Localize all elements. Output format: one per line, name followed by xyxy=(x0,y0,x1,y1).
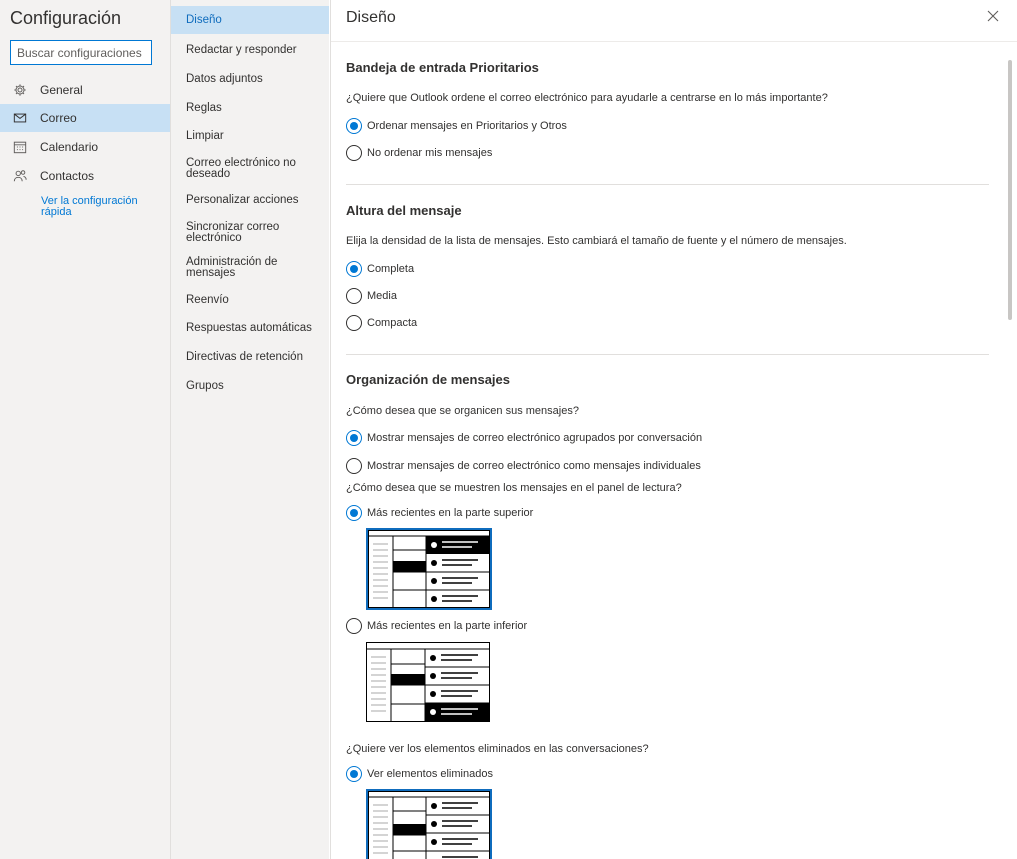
subnav-item-attachments[interactable]: Datos adjuntos xyxy=(171,73,329,85)
radio-label: Completa xyxy=(367,263,415,275)
radio-circle xyxy=(346,766,362,782)
radio-height-full[interactable]: Completa xyxy=(346,260,414,278)
radio-newest-on-bottom[interactable]: Más recientes en la parte inferior xyxy=(346,617,527,635)
category-label: Correo xyxy=(40,111,77,125)
message-organization-heading: Organización de mensajes xyxy=(346,372,511,387)
subnav-item-sweep[interactable]: Limpiar xyxy=(171,130,329,142)
section-divider xyxy=(346,354,989,355)
subnav-item-layout[interactable]: Diseño xyxy=(171,6,329,34)
search-input[interactable] xyxy=(10,40,152,65)
radio-newest-on-top[interactable]: Más recientes en la parte superior xyxy=(346,504,533,522)
panel-title: Diseño xyxy=(346,9,396,26)
close-icon[interactable] xyxy=(985,8,1001,24)
subnav-item-automatic-replies[interactable]: Respuestas automáticas xyxy=(171,322,329,334)
deleted-items-question: ¿Quiere ver los elementos eliminados en … xyxy=(346,743,649,755)
radio-label: Compacta xyxy=(367,317,418,329)
radio-circle xyxy=(346,458,362,474)
focused-inbox-question: ¿Quiere que Outlook ordene el correo ele… xyxy=(346,92,828,104)
subnav-item-compose[interactable]: Redactar y responder xyxy=(171,44,329,56)
radio-height-medium[interactable]: Media xyxy=(346,287,397,305)
subnav-item-groups[interactable]: Grupos xyxy=(171,380,329,392)
radio-label: Mostrar mensajes de correo electrónico a… xyxy=(367,432,703,444)
category-calendar[interactable]: Calendario xyxy=(0,133,170,161)
quick-settings-link[interactable]: Ver la configuración rápida xyxy=(41,196,161,218)
radio-circle xyxy=(346,505,362,521)
radio-label: Ordenar mensajes en Prioritarios y Otros xyxy=(367,120,567,132)
settings-category-pane: Configuración General Correo Calendario … xyxy=(0,0,170,859)
focused-inbox-heading: Bandeja de entrada Prioritarios xyxy=(346,60,539,75)
subnav-item-message-handling[interactable]: Administración de mensajes xyxy=(171,256,286,279)
radio-label: Ver elementos eliminados xyxy=(367,768,493,780)
radio-group-by-conversation[interactable]: Mostrar mensajes de correo electrónico a… xyxy=(346,429,702,447)
radio-circle xyxy=(346,118,362,134)
settings-subnav: Diseño Redactar y responder Datos adjunt… xyxy=(170,0,329,859)
radio-circle xyxy=(346,315,362,331)
category-label: General xyxy=(40,83,83,97)
section-divider xyxy=(346,184,989,185)
calendar-icon xyxy=(0,140,40,154)
subnav-item-customize-actions[interactable]: Personalizar acciones xyxy=(171,194,329,206)
message-height-heading: Altura del mensaje xyxy=(346,203,462,218)
category-contacts[interactable]: Contactos xyxy=(0,162,170,190)
radio-label: No ordenar mis mensajes xyxy=(367,147,493,159)
category-label: Contactos xyxy=(40,169,95,183)
radio-circle xyxy=(346,618,362,634)
settings-detail-panel: Diseño Bandeja de entrada Prioritarios ¿… xyxy=(330,0,1017,859)
preview-deleted-items-image[interactable] xyxy=(366,789,492,859)
radio-height-compact[interactable]: Compacta xyxy=(346,314,417,332)
scrollbar[interactable] xyxy=(1008,60,1012,320)
radio-individual-messages[interactable]: Mostrar mensajes de correo electrónico c… xyxy=(346,457,701,475)
radio-show-deleted-items[interactable]: Ver elementos eliminados xyxy=(346,765,493,783)
organization-question: ¿Cómo desea que se organicen sus mensaje… xyxy=(346,405,579,417)
radio-dont-sort[interactable]: No ordenar mis mensajes xyxy=(346,144,492,162)
subnav-item-rules[interactable]: Reglas xyxy=(171,102,329,114)
radio-label: Más recientes en la parte superior xyxy=(367,507,534,519)
category-mail[interactable]: Correo xyxy=(0,104,170,132)
people-icon xyxy=(0,169,40,183)
subnav-item-retention-policies[interactable]: Directivas de retención xyxy=(171,351,329,363)
reading-pane-question: ¿Cómo desea que se muestren los mensajes… xyxy=(346,482,682,494)
settings-title: Configuración xyxy=(10,8,122,28)
radio-sort-focused-other[interactable]: Ordenar mensajes en Prioritarios y Otros xyxy=(346,117,567,135)
radio-label: Más recientes en la parte inferior xyxy=(367,620,528,632)
header-divider xyxy=(331,41,1017,42)
subnav-item-forwarding[interactable]: Reenvío xyxy=(171,294,329,306)
radio-circle xyxy=(346,430,362,446)
category-label: Calendario xyxy=(40,140,99,154)
radio-circle xyxy=(346,288,362,304)
radio-circle xyxy=(346,261,362,277)
gear-icon xyxy=(0,83,40,97)
radio-label: Mostrar mensajes de correo electrónico c… xyxy=(367,460,701,472)
preview-newest-on-top-image[interactable] xyxy=(366,528,492,610)
subnav-item-junk-email[interactable]: Correo electrónico no deseado xyxy=(171,157,306,180)
radio-circle xyxy=(346,145,362,161)
message-height-question: Elija la densidad de la lista de mensaje… xyxy=(346,235,847,247)
preview-newest-on-bottom-image[interactable] xyxy=(366,642,492,724)
radio-label: Media xyxy=(367,290,397,302)
category-general[interactable]: General xyxy=(0,76,170,104)
subnav-item-sync-email[interactable]: Sincronizar correo electrónico xyxy=(171,221,291,244)
mail-icon xyxy=(0,111,40,125)
